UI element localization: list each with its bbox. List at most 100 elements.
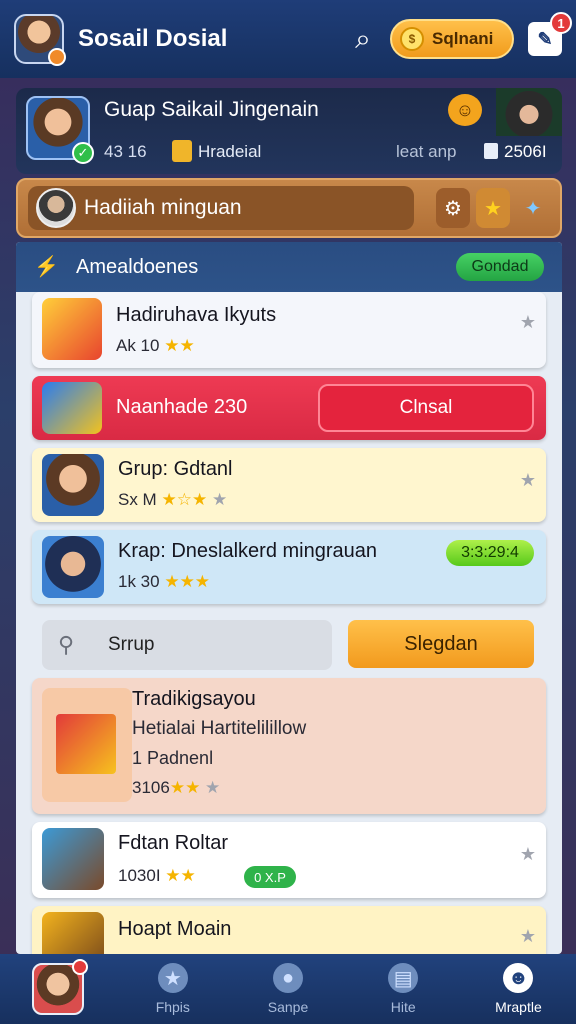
group-last-active: leat anp: [396, 142, 457, 161]
nav-profile[interactable]: [0, 954, 115, 1024]
item-meta-text: 1k 30: [118, 572, 160, 591]
item-meta: 1k 30 ★★★: [118, 572, 210, 592]
chest-icon: [42, 828, 104, 890]
app-title: Sosail Dosial: [78, 25, 228, 52]
list-item[interactable]: Hadiruhava Ikyuts Ak 10 ★★ ★: [32, 292, 546, 368]
nav-label: Fhpis: [155, 999, 190, 1015]
coin-icon: $: [400, 27, 424, 51]
list-item[interactable]: Krap: Dneslalkerd mingrauan 3:3:29:4 1k …: [32, 530, 546, 604]
search-input[interactable]: ⚲ Srrup: [42, 620, 332, 670]
item-meta-text: Sx M: [118, 490, 157, 509]
list-item[interactable]: Hoapt Moain ★: [32, 906, 546, 954]
star-icon: ★★: [164, 336, 195, 355]
item-title: Hoapt Moain: [118, 918, 232, 940]
group-avatar: ✓: [26, 96, 94, 164]
xp-badge: 0 X.P: [244, 866, 296, 888]
item-title: Fdtan Roltar: [118, 832, 229, 854]
item-meta: Sx M ★☆★ ★: [118, 490, 227, 510]
compose-button[interactable]: ✎ 1: [528, 12, 572, 56]
nav-item-chat[interactable]: ● Sanpe: [230, 954, 345, 1024]
nav-item-profile[interactable]: ☻ Mraptle: [461, 954, 576, 1024]
medal-icon: [172, 140, 192, 162]
star-icon: ★★: [165, 866, 196, 885]
item-title: Naanhade 230: [116, 396, 248, 418]
gift-icon: [42, 298, 102, 360]
item-title: Hadiruhava Ikyuts: [116, 304, 277, 326]
item-meta: 3106★★ ★: [132, 778, 220, 798]
newspaper-icon: ▤: [388, 963, 419, 993]
group-header-card[interactable]: ✓ Guap Saikail Jingenain 43 16 Hradeial …: [16, 88, 562, 174]
item-title: Tradikigsayou: [132, 688, 256, 710]
emoji-icon[interactable]: ☺: [448, 94, 482, 126]
star-icon: ★☆★: [161, 490, 208, 509]
nav-item-news[interactable]: ▤ Hite: [346, 954, 461, 1024]
gift-box-icon: [42, 382, 102, 434]
notification-badge: 1: [550, 12, 572, 34]
nav-label: Hite: [390, 999, 416, 1015]
timer-badge: 3:3:29:4: [446, 540, 534, 566]
member-avatar: [42, 454, 104, 516]
star-icon: ★★: [169, 778, 201, 797]
nav-label: Sanpe: [267, 999, 309, 1015]
weekly-avatar: [36, 188, 76, 228]
list-item[interactable]: Fdtan Roltar 1030I ★★ 0 X.P ★: [32, 822, 546, 898]
star-icon[interactable]: ★: [520, 844, 536, 865]
search-button[interactable]: ⌕: [346, 22, 380, 56]
list-item[interactable]: Tradikigsayou Hetialai Hartitelilillow 1…: [32, 678, 546, 814]
coin-label: Sqlnani: [432, 29, 494, 48]
nav-label: Mraptle: [495, 999, 542, 1015]
item-subtitle: Hetialai Hartitelilillow: [132, 718, 307, 739]
person-icon: ☻: [503, 963, 534, 993]
chat-icon: ●: [273, 963, 303, 993]
item-title: Krap: Dneslalkerd mingrauan: [118, 540, 378, 562]
group-status: Hradeial: [198, 142, 262, 161]
content-panel: ⚡ Amealdoenes Gondad Hadiruhava Ikyuts A…: [16, 242, 562, 954]
notification-dot: [71, 959, 88, 975]
section-header: ⚡ Amealdoenes Gondad: [16, 242, 562, 292]
bell-icon[interactable]: ⚙: [436, 188, 470, 228]
coin-button[interactable]: $ Sqlnani: [390, 19, 514, 59]
star-icon[interactable]: ★: [520, 926, 536, 947]
group-members-count: 43 16: [104, 142, 147, 161]
user-avatar[interactable]: [14, 14, 66, 66]
search-label: Srrup: [108, 634, 155, 655]
profile-avatar: [31, 959, 88, 1015]
item-meta-text: Ak 10: [116, 336, 160, 355]
search-icon: ⌕: [355, 22, 371, 54]
star-icon[interactable]: ★: [520, 470, 536, 491]
save-button[interactable]: Slegdan: [348, 620, 534, 668]
section-action-button[interactable]: Gondad: [456, 253, 544, 281]
edit-icon: ✎: [537, 28, 553, 49]
star-icon[interactable]: ★: [520, 312, 536, 333]
link-icon: ⚲: [58, 632, 75, 657]
treasure-icon: [42, 912, 104, 954]
star-icon: ★: [211, 490, 228, 509]
document-icon: [484, 143, 498, 159]
member-photo[interactable]: [496, 88, 562, 136]
gift-icon: [42, 688, 132, 802]
gem-icon[interactable]: ✦: [516, 188, 550, 228]
list-item[interactable]: Naanhade 230 Clnsal: [32, 376, 546, 440]
member-avatar: [42, 536, 104, 598]
group-post-count: 2506I: [504, 142, 547, 161]
verified-icon: ✓: [72, 142, 94, 164]
item-title: Grup: Gdtanl: [118, 458, 233, 480]
claim-button[interactable]: Clnsal: [318, 384, 534, 432]
item-line: 1 Padnenl: [132, 748, 214, 768]
star-icon[interactable]: ★: [476, 188, 510, 228]
weekly-reward-bar: Hadiiah minguan ⚙ ★ ✦: [16, 178, 562, 238]
top-bar: Sosail Dosial ⌕ $ Sqlnani ✎ 1: [0, 0, 576, 78]
item-meta-text: 1030I: [118, 866, 161, 885]
list-item[interactable]: Grup: Gdtanl Sx M ★☆★ ★ ★: [32, 448, 546, 522]
section-title: Amealdoenes: [76, 256, 199, 278]
star-icon: ★: [205, 778, 221, 797]
nav-item-favorites[interactable]: ★ Fhpis: [115, 954, 230, 1024]
group-name: Guap Saikail Jingenain: [104, 98, 319, 121]
star-icon: ★★★: [164, 572, 211, 591]
item-meta: 1030I ★★: [118, 866, 196, 886]
star-icon: ★: [157, 963, 188, 993]
weekly-reward-label: Hadiiah minguan: [84, 196, 242, 219]
item-meta-text: 3106: [132, 778, 170, 797]
item-meta: Ak 10 ★★: [116, 336, 195, 356]
bottom-nav: ★ Fhpis ● Sanpe ▤ Hite ☻ Mraptle: [0, 954, 576, 1024]
